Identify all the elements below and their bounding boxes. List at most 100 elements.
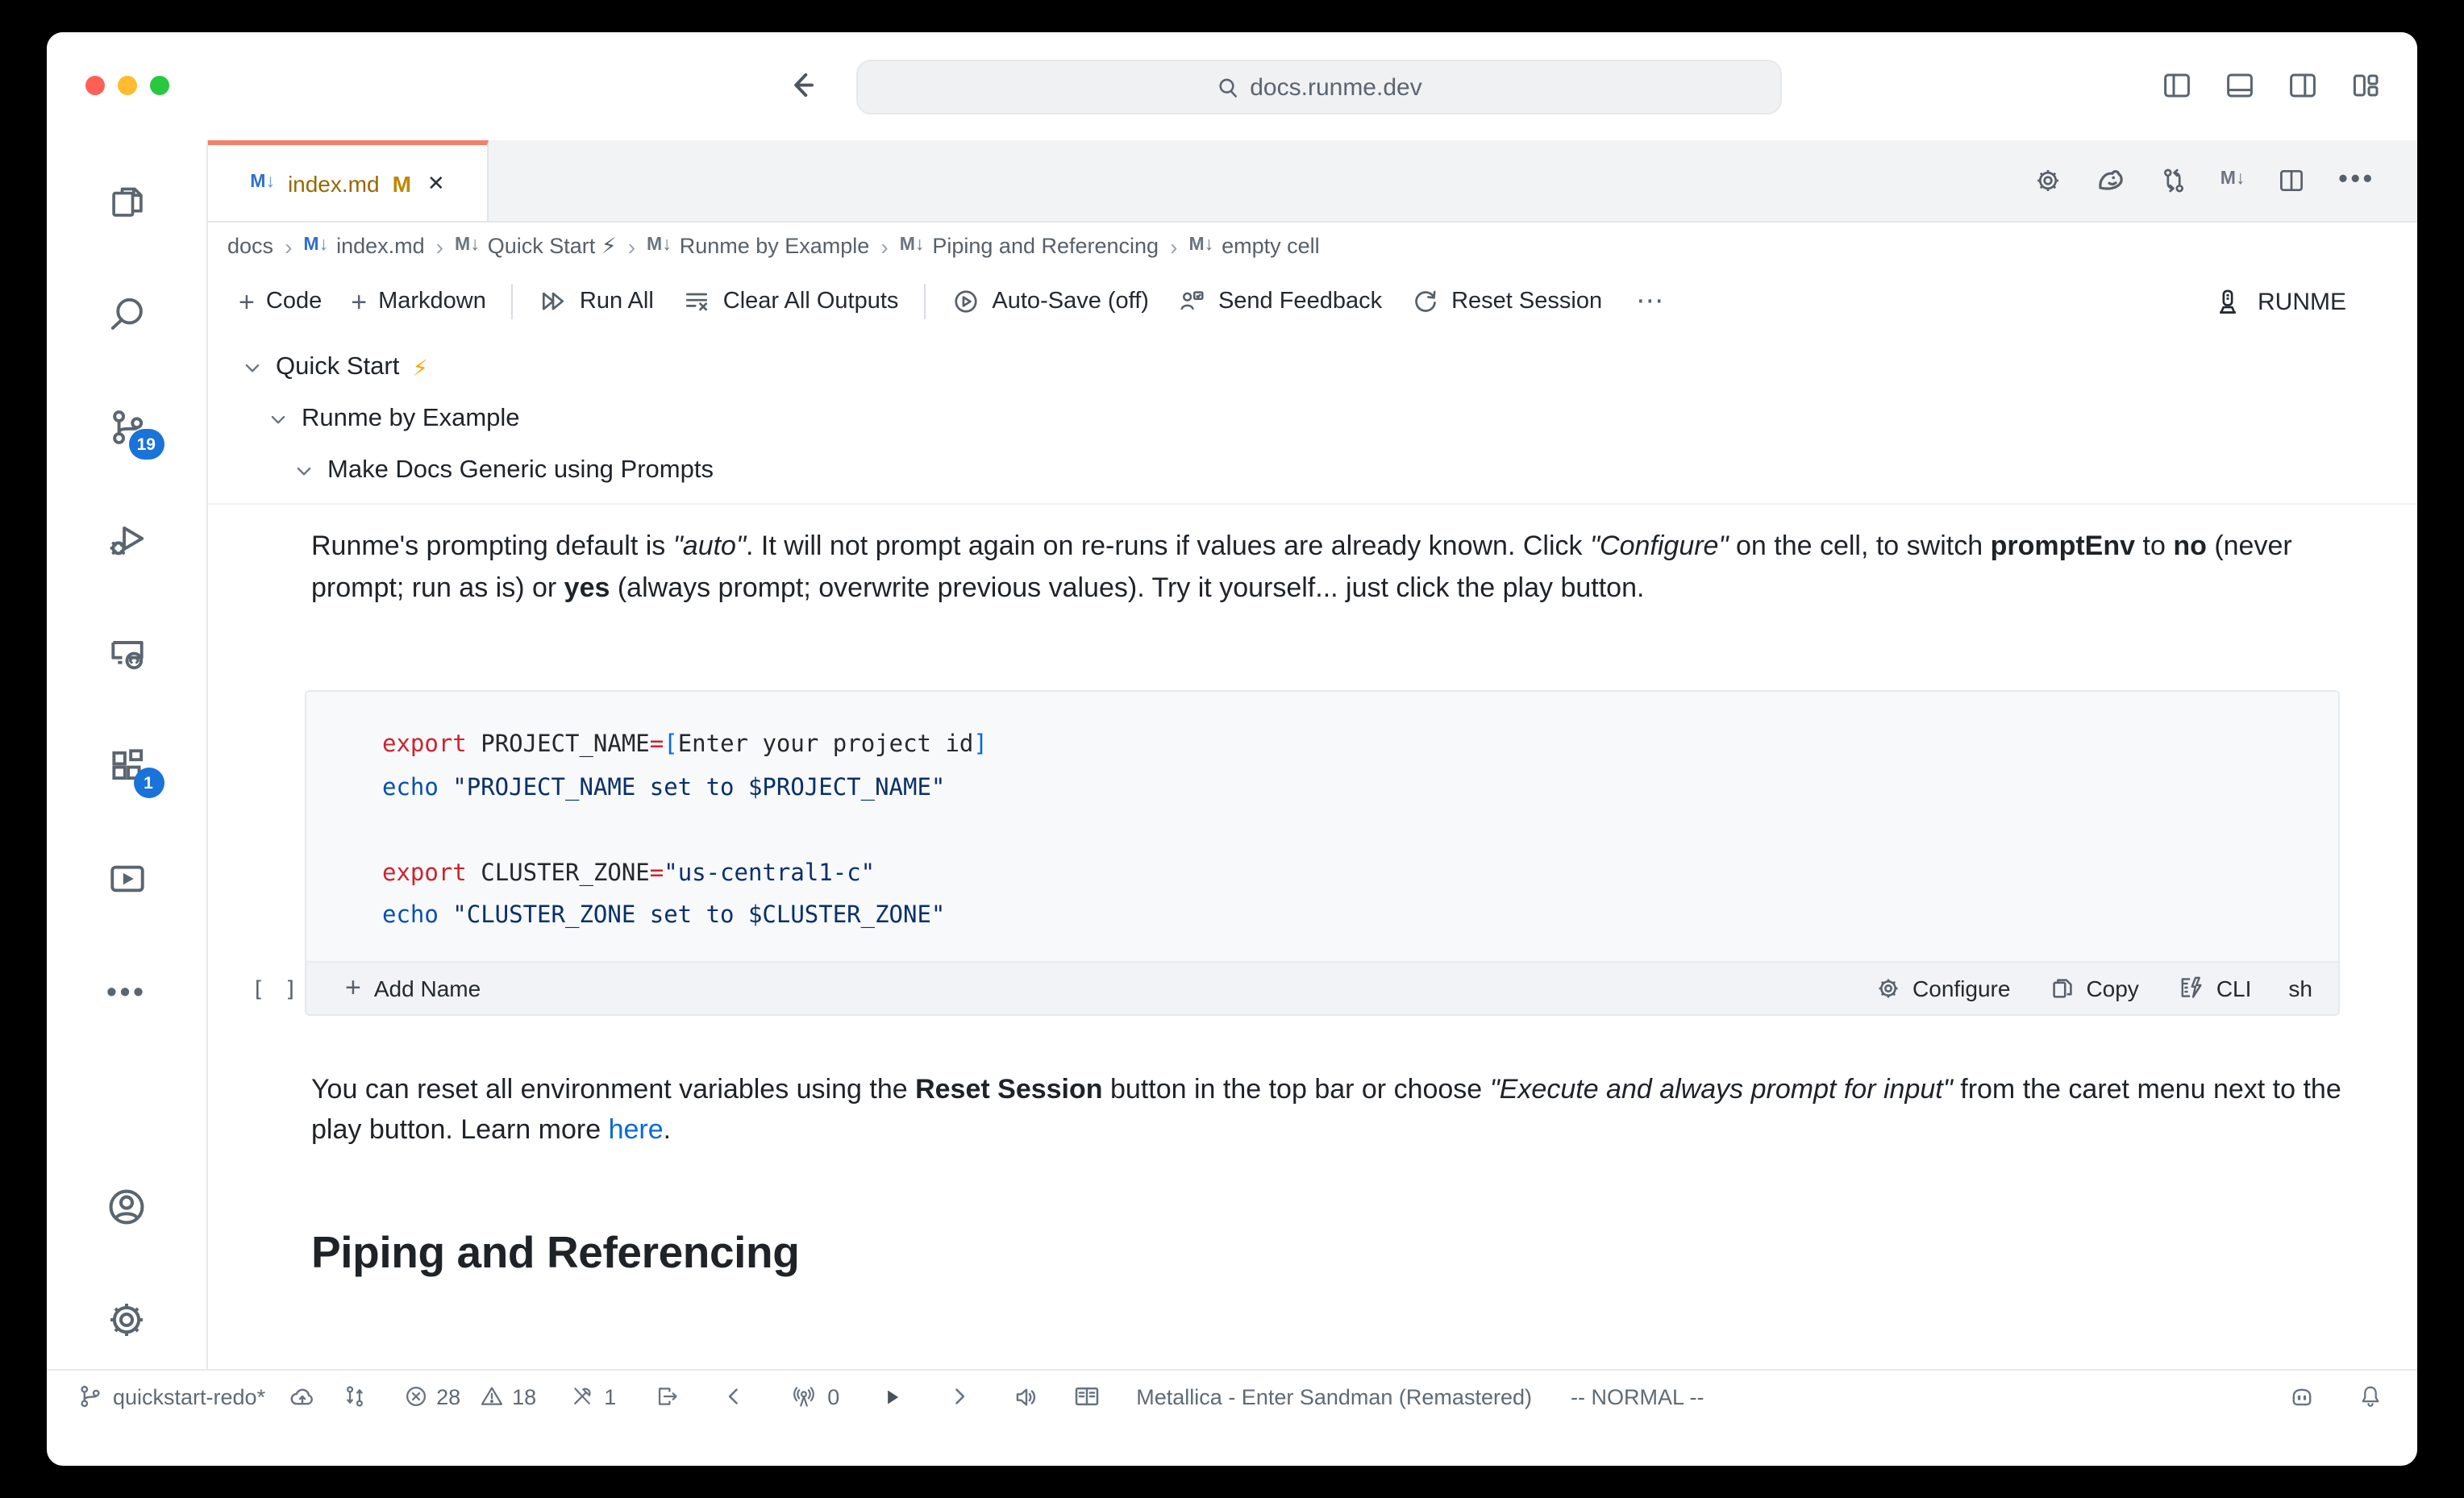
code-cell: [ ] export PROJECT_NAME=[Enter your proj… xyxy=(208,690,2417,1015)
compare-changes-icon[interactable] xyxy=(2159,166,2188,195)
chevron-separator: › xyxy=(435,233,443,259)
now-playing-label[interactable]: Metallica - Enter Sandman (Remastered) xyxy=(1136,1384,1532,1409)
vim-mode-label[interactable]: -- NORMAL -- xyxy=(1571,1384,1704,1409)
radio-count[interactable]: 0 xyxy=(827,1384,839,1409)
run-all-button[interactable]: Run All xyxy=(525,287,668,316)
cell-language-label[interactable]: sh xyxy=(2279,975,2312,1001)
sync-cloud-icon[interactable] xyxy=(288,1383,315,1410)
chevron-separator: › xyxy=(285,233,293,259)
toolbar-more-icon[interactable]: ⋯ xyxy=(1617,285,1686,318)
notifications-bell-icon[interactable] xyxy=(2358,1384,2383,1409)
here-link[interactable]: here xyxy=(609,1114,664,1145)
tab-close-icon[interactable]: ✕ xyxy=(427,170,445,196)
markdown-file-icon: M ↓ xyxy=(303,235,329,255)
errors-count[interactable]: 28 xyxy=(436,1384,460,1409)
reset-session-button[interactable]: Reset Session xyxy=(1396,287,1617,316)
errors-icon[interactable] xyxy=(402,1384,428,1409)
gear-icon xyxy=(1875,975,1901,1001)
split-editor-icon[interactable] xyxy=(2277,166,2306,195)
more-views-icon[interactable]: ••• xyxy=(106,971,147,1013)
auto-save-button[interactable]: Auto-Save (off) xyxy=(937,287,1163,316)
markdown-preview-icon[interactable]: M ↓ xyxy=(2221,170,2245,190)
chevron-down-icon[interactable] xyxy=(242,357,263,378)
breadcrumb-runme-by-example[interactable]: M ↓ Runme by Example xyxy=(647,234,869,258)
more-actions-icon[interactable]: ••• xyxy=(2338,166,2375,195)
outline-row-runme-by-example[interactable]: Runme by Example xyxy=(208,393,2417,445)
outline-row-quick-start[interactable]: Quick Start ⚡ xyxy=(208,342,2417,393)
account-icon[interactable] xyxy=(105,1185,148,1227)
run-all-icon xyxy=(539,287,568,316)
plus-icon: + xyxy=(351,286,368,317)
toolbar-divider xyxy=(511,284,514,319)
traffic-lights xyxy=(85,76,169,95)
tasks-count[interactable]: 1 xyxy=(604,1384,616,1409)
cli-button[interactable]: CLI xyxy=(2166,974,2263,1001)
settings-gear-icon[interactable] xyxy=(105,1298,148,1340)
chevron-separator: › xyxy=(1170,233,1178,259)
previous-track-icon[interactable] xyxy=(722,1385,745,1408)
chevron-down-icon[interactable] xyxy=(268,409,289,430)
configure-button[interactable]: Configure xyxy=(1864,975,2021,1001)
zoom-window-button[interactable] xyxy=(150,76,169,95)
clear-all-outputs-button[interactable]: Clear All Outputs xyxy=(668,287,914,316)
tab-title: index.md xyxy=(287,170,380,196)
speaker-icon[interactable] xyxy=(1012,1383,1039,1410)
source-control-icon[interactable]: 19 xyxy=(106,406,164,460)
reading-book-icon[interactable] xyxy=(1072,1382,1101,1411)
back-arrow-icon[interactable] xyxy=(785,68,821,103)
add-name-button[interactable]: + Add Name xyxy=(345,974,481,1001)
runme-kernel-button[interactable]: RUNME xyxy=(2212,286,2417,317)
toggle-panel-left-icon[interactable] xyxy=(2161,69,2193,102)
breadcrumb-empty-cell[interactable]: M ↓ empty cell xyxy=(1188,234,1319,258)
remote-explorer-icon[interactable] xyxy=(106,632,148,674)
notebook-content[interactable]: Quick Start ⚡ Runme by Example Make Docs… xyxy=(208,334,2417,1369)
git-branch-icon[interactable] xyxy=(77,1384,103,1409)
breadcrumb-docs[interactable]: docs xyxy=(227,234,273,258)
tab-modified-badge: M xyxy=(392,170,411,196)
outline-row-make-docs-generic[interactable]: Make Docs Generic using Prompts xyxy=(208,445,2417,497)
send-feedback-button[interactable]: Send Feedback xyxy=(1163,287,1396,316)
next-track-icon[interactable] xyxy=(947,1385,970,1408)
toggle-panel-bottom-icon[interactable] xyxy=(2224,69,2256,102)
markdown-section-icon: M ↓ xyxy=(899,235,925,255)
customize-layout-icon[interactable] xyxy=(2350,69,2382,102)
code-block[interactable]: export PROJECT_NAME=[Enter your project … xyxy=(305,690,2340,1015)
play-icon[interactable] xyxy=(881,1386,902,1407)
markdown-file-icon: M ↓ xyxy=(250,172,275,192)
reset-session-icon xyxy=(1411,287,1440,316)
copilot-robot-icon[interactable] xyxy=(2288,1383,2316,1410)
chevron-down-icon[interactable] xyxy=(293,460,314,481)
breadcrumb-index-md[interactable]: M ↓ index.md xyxy=(303,234,424,258)
branch-name[interactable]: quickstart-redo* xyxy=(113,1384,265,1409)
copy-button[interactable]: Copy xyxy=(2037,975,2150,1001)
code-editor[interactable]: export PROJECT_NAME=[Enter your project … xyxy=(306,692,2338,960)
add-code-button[interactable]: + Code xyxy=(224,288,336,315)
pending-changes-icon[interactable] xyxy=(341,1384,367,1409)
breadcrumb-piping-and-referencing[interactable]: M ↓ Piping and Referencing xyxy=(900,234,1159,258)
gear-icon[interactable] xyxy=(2033,166,2062,195)
breadcrumb-quick-start[interactable]: M ↓ Quick Start ⚡ xyxy=(455,233,617,259)
cli-icon xyxy=(2178,974,2205,1001)
exit-door-icon[interactable] xyxy=(655,1384,681,1409)
explorer-icon[interactable] xyxy=(106,181,148,223)
extensions-icon[interactable]: 1 xyxy=(106,745,164,798)
tasks-tools-icon[interactable] xyxy=(568,1384,594,1409)
toggle-panel-right-icon[interactable] xyxy=(2287,69,2319,102)
window-layout-controls xyxy=(2161,69,2382,102)
notebook-toolbar: + Code + Markdown Run All Clear All Output… xyxy=(208,269,2417,334)
warnings-count[interactable]: 18 xyxy=(512,1384,536,1409)
breadcrumb: docs › M ↓ index.md › M ↓ Quick Start ⚡ › M ↓… xyxy=(208,223,2417,269)
tab-index-md[interactable]: M ↓ index.md M ✕ xyxy=(208,140,489,221)
runme-mascot-icon[interactable] xyxy=(2095,164,2127,197)
close-window-button[interactable] xyxy=(85,76,105,95)
runme-notebooks-icon[interactable] xyxy=(106,858,148,900)
run-debug-icon[interactable] xyxy=(106,519,148,561)
cell-footer: + Add Name Configure Copy CLI sh xyxy=(306,960,2338,1013)
warnings-icon[interactable] xyxy=(478,1384,504,1409)
add-markdown-button[interactable]: + Markdown xyxy=(336,288,501,315)
address-bar[interactable]: docs.runme.dev xyxy=(856,60,1782,114)
main-row: 19 1 ••• M ↓ index.md M ✕ M ↓ ••• docs ›… xyxy=(47,140,2417,1369)
broadcast-tower-icon[interactable] xyxy=(790,1383,818,1410)
minimize-window-button[interactable] xyxy=(118,76,137,95)
search-sidebar-icon[interactable] xyxy=(106,293,148,335)
